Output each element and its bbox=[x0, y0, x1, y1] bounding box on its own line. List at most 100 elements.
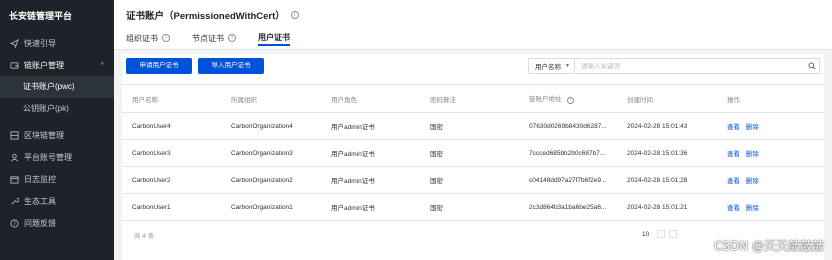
total-count: 共 4 条 bbox=[134, 233, 155, 240]
cell-actions: 查看 删除 bbox=[717, 112, 824, 140]
user-cert-table: 用户名称 所属组织 用户角色 密码算法 链账户地址 i 创建时间 操作 Carb… bbox=[122, 84, 824, 221]
view-link[interactable]: 查看 bbox=[727, 205, 740, 212]
tabs: 组织证书 i 节点证书 i 用户证书 bbox=[126, 30, 312, 46]
view-link[interactable]: 查看 bbox=[727, 151, 740, 158]
cell-algo: 国密 bbox=[420, 193, 519, 221]
nav-item-chain-account[interactable]: 链账户管理 ^ bbox=[0, 54, 114, 76]
cell-role: 用户admin证书 bbox=[321, 166, 420, 194]
info-icon[interactable]: i bbox=[290, 11, 299, 19]
main-area: 证书账户（PermissionedWithCert） i 组织证书 i 节点证书… bbox=[114, 0, 832, 260]
import-user-cert-button[interactable]: 导入用户证书 bbox=[198, 58, 264, 74]
page-size-select[interactable]: 10 bbox=[642, 231, 649, 238]
delete-link[interactable]: 删除 bbox=[746, 205, 759, 212]
cell-created: 2024-02-28 15:01:43 bbox=[617, 112, 717, 140]
cell-role: 用户admin证书 bbox=[321, 139, 420, 167]
cell-user-name: CarbonUser2 bbox=[122, 166, 221, 194]
column-header: 操作 bbox=[717, 84, 824, 113]
tab-user-cert[interactable]: 用户证书 bbox=[258, 30, 290, 46]
view-link[interactable]: 查看 bbox=[727, 178, 740, 185]
sidebar-item-pk-account[interactable]: 公钥账户(pk) bbox=[0, 98, 114, 120]
pagination: 10 bbox=[642, 230, 681, 238]
column-header: 密码算法 bbox=[420, 84, 519, 113]
tab-org-cert[interactable]: 组织证书 i bbox=[126, 30, 170, 46]
content-panel: 申请用户证书 导入用户证书 用户名称 ▼ 用户名称 所属组织 用户角色 密码算法 bbox=[122, 54, 824, 260]
search-field-label: 用户名称 bbox=[535, 64, 561, 71]
page-next-button[interactable] bbox=[669, 230, 678, 238]
apply-user-cert-button[interactable]: 申请用户证书 bbox=[126, 58, 192, 74]
cell-address: c04148dd97a27f7b6f2e9... bbox=[519, 166, 617, 194]
tab-label: 用户证书 bbox=[258, 32, 290, 42]
delete-link[interactable]: 删除 bbox=[746, 151, 759, 158]
table-row: CarbonUser3 CarbonOrganization3 用户admin证… bbox=[122, 139, 824, 167]
sidebar-item-cert-account[interactable]: 证书账户(pwc) bbox=[0, 76, 114, 98]
table-row: CarbonUser4 CarbonOrganization4 用户admin证… bbox=[122, 112, 824, 140]
info-icon[interactable]: i bbox=[162, 34, 170, 42]
search-icon[interactable] bbox=[805, 62, 819, 70]
blockchain-icon bbox=[9, 130, 19, 140]
nav-label: 平台账号管理 bbox=[24, 152, 72, 162]
page-prev-button[interactable] bbox=[657, 230, 666, 238]
column-header-address: 链账户地址 i bbox=[519, 84, 617, 113]
table-row: CarbonUser2 CarbonOrganization2 用户admin证… bbox=[122, 166, 824, 194]
delete-link[interactable]: 删除 bbox=[746, 124, 759, 131]
column-header: 所属组织 bbox=[221, 84, 321, 113]
cell-user-name: CarbonUser3 bbox=[122, 139, 221, 167]
search-input[interactable] bbox=[575, 62, 805, 70]
cell-role: 用户admin证书 bbox=[321, 112, 420, 140]
column-header: 创建时间 bbox=[617, 84, 717, 113]
nav-label: 快速引导 bbox=[24, 38, 56, 48]
tab-label: 组织证书 bbox=[126, 33, 158, 43]
cell-created: 2024-02-28 15:01:28 bbox=[617, 166, 717, 194]
nav-item-quick-guide[interactable]: 快速引导 bbox=[0, 32, 114, 54]
nav-label: 日志监控 bbox=[24, 174, 56, 184]
cell-org: CarbonOrganization2 bbox=[221, 166, 321, 194]
info-icon[interactable]: i bbox=[228, 34, 236, 42]
cell-algo: 国密 bbox=[420, 112, 519, 140]
nav-item-feedback[interactable]: ? 问题反馈 bbox=[0, 212, 114, 234]
nav-item-logs[interactable]: 日志监控 bbox=[0, 168, 114, 190]
sidebar: 长安链管理平台 快速引导 链账户管理 ^ 证书账户(pwc) 公钥账户(pk) … bbox=[0, 0, 114, 260]
table-header-row: 用户名称 所属组织 用户角色 密码算法 链账户地址 i 创建时间 操作 bbox=[122, 84, 824, 113]
watermark: CSDN @天天敲敲敲 bbox=[713, 239, 824, 253]
cell-algo: 国密 bbox=[420, 139, 519, 167]
tab-node-cert[interactable]: 节点证书 i bbox=[192, 30, 236, 46]
table-row: CarbonUser1 CarbonOrganization1 用户admin证… bbox=[122, 193, 824, 221]
cell-role: 用户admin证书 bbox=[321, 193, 420, 221]
caret-down-icon: ▼ bbox=[565, 63, 570, 69]
calendar-icon bbox=[9, 174, 19, 184]
tab-label: 节点证书 bbox=[192, 33, 224, 43]
cell-actions: 查看 删除 bbox=[717, 139, 824, 167]
help-icon: ? bbox=[9, 218, 19, 228]
send-icon bbox=[9, 38, 19, 48]
cell-address: 7ccced685bb2b0c687b7... bbox=[519, 139, 617, 167]
nav-label: 问题反馈 bbox=[24, 218, 56, 228]
cell-actions: 查看 删除 bbox=[717, 193, 824, 221]
nav-item-blockchain[interactable]: 区块链管理 bbox=[0, 124, 114, 146]
chevron-up-icon: ^ bbox=[100, 61, 104, 69]
column-header: 用户名称 bbox=[122, 84, 221, 113]
column-header: 链账户地址 bbox=[529, 96, 562, 103]
svg-text:?: ? bbox=[13, 221, 16, 227]
nav-item-account[interactable]: 平台账号管理 bbox=[0, 146, 114, 168]
column-header: 用户角色 bbox=[321, 84, 420, 113]
wallet-icon bbox=[9, 60, 19, 70]
cell-address: 07630d0269b8430d6287... bbox=[519, 112, 617, 140]
nav-item-tools[interactable]: 生态工具 bbox=[0, 190, 114, 212]
nav-label: 链账户管理 bbox=[24, 60, 64, 70]
delete-link[interactable]: 删除 bbox=[746, 178, 759, 185]
cell-address: 2c3d864b3a1ba6be25a6... bbox=[519, 193, 617, 221]
search-field-select[interactable]: 用户名称 ▼ bbox=[529, 59, 575, 73]
view-link[interactable]: 查看 bbox=[727, 124, 740, 131]
nav-label: 区块链管理 bbox=[24, 130, 64, 140]
cell-org: CarbonOrganization3 bbox=[221, 139, 321, 167]
brand-title: 长安链管理平台 bbox=[9, 11, 73, 21]
page-title-text: 证书账户（PermissionedWithCert） bbox=[126, 11, 285, 22]
page-header: 证书账户（PermissionedWithCert） i 组织证书 i 节点证书… bbox=[114, 0, 832, 50]
cell-org: CarbonOrganization4 bbox=[221, 112, 321, 140]
cell-actions: 查看 删除 bbox=[717, 166, 824, 194]
user-icon bbox=[9, 152, 19, 162]
nav-label: 生态工具 bbox=[24, 196, 56, 206]
info-icon[interactable]: i bbox=[567, 97, 575, 104]
cell-user-name: CarbonUser4 bbox=[122, 112, 221, 140]
cell-created: 2024-02-28 15:01:21 bbox=[617, 193, 717, 221]
